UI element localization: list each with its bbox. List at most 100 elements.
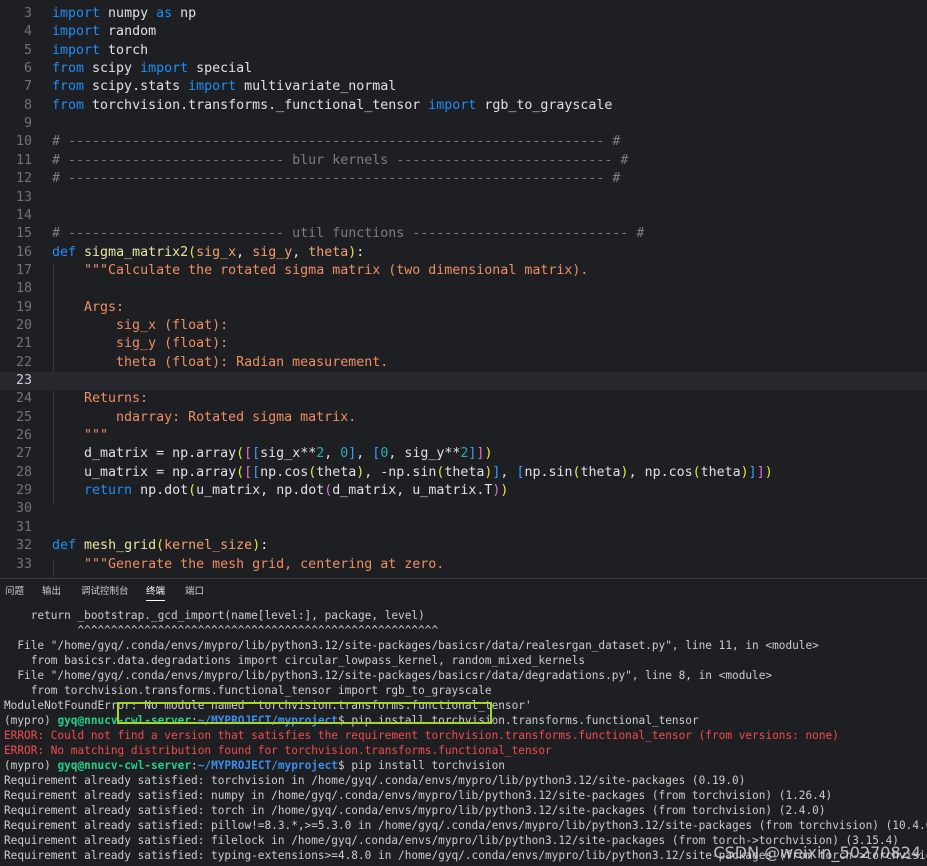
code-line[interactable]: 9: [0, 115, 927, 133]
line-number: 26: [15, 428, 32, 444]
terminal-text: :: [191, 759, 198, 772]
code-token: from: [52, 79, 85, 95]
code-token: torch: [100, 42, 149, 58]
code-token: ): [620, 464, 629, 480]
code-text: theta (float): Radian measurement.: [52, 354, 388, 372]
code-line[interactable]: 14: [0, 207, 927, 225]
code-token: [: [244, 464, 253, 480]
code-line[interactable]: 30: [0, 500, 927, 518]
code-line[interactable]: 4 import random: [0, 23, 927, 41]
code-token: :: [260, 538, 269, 554]
line-number: 23: [15, 373, 32, 388]
terminal-line: ERROR: Could not find a version that sat…: [4, 728, 839, 743]
code-line[interactable]: 26 """: [0, 427, 927, 445]
code-token: scipy.stats: [84, 79, 189, 95]
code-line[interactable]: 7 from scipy.stats import multivariate_no…: [0, 78, 927, 96]
panel-tab[interactable]: 终端: [146, 583, 166, 601]
code-line[interactable]: 21 sig_y (float):: [0, 335, 927, 353]
line-number: 15: [15, 226, 32, 242]
code-line[interactable]: 5 import torch: [0, 42, 927, 60]
code-line[interactable]: 20 sig_x (float):: [0, 317, 927, 335]
code-line[interactable]: 15 # --------------------------- util fun…: [0, 225, 927, 243]
code-token: sigma_matrix2: [84, 244, 189, 260]
code-line[interactable]: 16 def sigma_matrix2(sig_x, sig_y, theta)…: [0, 244, 927, 262]
code-line[interactable]: 13: [0, 189, 927, 207]
line-number: 20: [15, 317, 32, 333]
line-number: 17: [15, 262, 32, 278]
code-line[interactable]: 24 Returns:: [0, 390, 927, 408]
code-token: ): [500, 483, 509, 499]
line-number: 25: [15, 409, 32, 425]
code-text: d_matrix = np.array([[sig_x**2, 0], [0, …: [52, 445, 492, 463]
terminal-text: from torchvision.transforms.functional_t…: [4, 684, 492, 697]
code-token: theta: [308, 244, 349, 260]
code-token: ]: [748, 464, 757, 480]
code-line[interactable]: 22 theta (float): Radian measurement.: [0, 354, 927, 372]
code-token: theta: [316, 464, 357, 480]
terminal-text: ^^^^^^^^^^^^^^^^^^^^^^^^^^^^^^^^^^^^^^^^…: [4, 624, 439, 637]
code-line[interactable]: 10 # ------------------------------------…: [0, 133, 927, 151]
code-token: import: [428, 97, 477, 113]
code-token: (: [236, 464, 245, 480]
terminal-line: from basicsr.data.degradations import ci…: [4, 653, 585, 668]
panel-tab[interactable]: 端口: [185, 583, 204, 600]
code-line[interactable]: 27 d_matrix = np.array([[sig_x**2, 0], […: [0, 445, 927, 463]
code-token: u_matrix, np.dot: [196, 483, 325, 499]
code-line[interactable]: 3 import numpy as np: [0, 5, 927, 23]
code-token: theta (float): Radian measurement.: [52, 354, 389, 370]
line-number: 14: [15, 207, 32, 223]
code-line[interactable]: 12 # ------------------------------------…: [0, 170, 927, 188]
terminal-line: File "/home/gyq/.conda/envs/mypro/lib/py…: [4, 668, 772, 683]
code-text: # --------------------------------------…: [52, 133, 620, 151]
code-line[interactable]: 6 from scipy import special: [0, 60, 927, 78]
code-line[interactable]: 17 """Calculate the rotated sigma matrix…: [0, 262, 927, 280]
terminal-line: File "/home/gyq/.conda/envs/mypro/lib/py…: [4, 638, 819, 653]
line-number: 12: [15, 171, 32, 187]
code-token: """Generate the mesh grid, centering at …: [84, 556, 445, 572]
terminal-text: Requirement already satisfied: numpy in …: [4, 789, 833, 802]
code-line[interactable]: 32 def mesh_grid(kernel_size):: [0, 537, 927, 555]
code-text: Returns:: [52, 390, 148, 408]
line-number: 27: [15, 446, 32, 462]
code-line[interactable]: 8 from torchvision.transforms._functional…: [0, 97, 927, 115]
code-line[interactable]: 25 ndarray: Rotated sigma matrix.: [0, 409, 927, 427]
line-number: 3: [23, 6, 32, 21]
terminal-line: Requirement already satisfied: pillow!=8…: [4, 818, 927, 833]
code-line[interactable]: 33 """Generate the mesh grid, centering …: [0, 556, 927, 574]
code-line[interactable]: 29 return np.dot(u_matrix, np.dot(d_matr…: [0, 482, 927, 500]
terminal-text: File "/home/gyq/.conda/envs/mypro/lib/py…: [4, 639, 819, 652]
code-text: # --------------------------------------…: [52, 170, 620, 188]
line-number: 18: [15, 281, 32, 297]
code-token: import: [140, 61, 189, 77]
panel-tab[interactable]: 调试控制台: [81, 583, 129, 600]
code-line[interactable]: 11 # --------------------------- blur ker…: [0, 152, 927, 170]
terminal-line: (mypro) gyq@nnucv-cwl-server:~/MYPROJECT…: [4, 758, 505, 773]
code-line[interactable]: 28 u_matrix = np.array([[np.cos(theta), …: [0, 464, 927, 482]
code-line[interactable]: 31: [0, 519, 927, 537]
code-editor[interactable]: 3 import numpy as np 4 import random 5 import…: [0, 0, 927, 578]
line-number: 7: [23, 79, 32, 95]
code-token: (: [188, 244, 197, 260]
code-token: (: [188, 483, 197, 499]
code-token: sig_x (float):: [52, 317, 229, 333]
code-line[interactable]: 18: [0, 280, 927, 298]
code-token: ,: [292, 244, 309, 260]
code-token: from: [52, 97, 85, 113]
code-token: torchvision.transforms._functional_tenso…: [84, 97, 429, 113]
line-number: 33: [15, 556, 32, 572]
code-token: import: [52, 42, 101, 58]
code-text: """Calculate the rotated sigma matrix (t…: [52, 262, 588, 280]
panel-tab[interactable]: 输出: [42, 583, 61, 600]
panel-tab[interactable]: 问题: [5, 583, 24, 600]
code-token: # --------------------------------------…: [52, 171, 621, 187]
code-token: [: [244, 446, 253, 462]
code-token: , -np.sin: [364, 464, 437, 480]
code-text: # --------------------------- blur kerne…: [52, 152, 628, 170]
code-line[interactable]: 23: [0, 372, 927, 391]
terminal-text: (mypro): [4, 714, 58, 727]
code-text: ndarray: Rotated sigma matrix.: [52, 409, 356, 427]
line-number: 30: [15, 501, 32, 517]
code-token: np: [172, 6, 197, 21]
code-text: u_matrix = np.array([[np.cos(theta), -np…: [52, 464, 773, 482]
code-line[interactable]: 19 Args:: [0, 299, 927, 317]
